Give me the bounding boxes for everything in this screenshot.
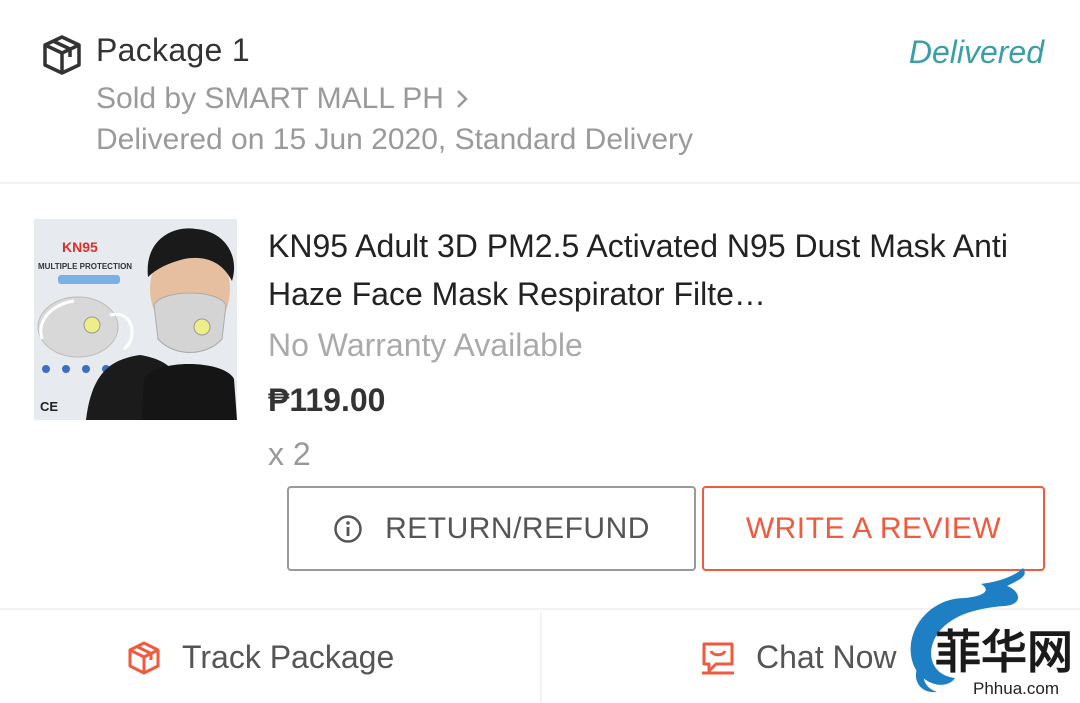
footer-divider: [540, 612, 542, 703]
chat-now-button[interactable]: Chat Now: [700, 612, 897, 703]
watermark-chars: 菲华网: [935, 625, 1073, 679]
site-watermark-logo: 菲华网 Phhua.com: [910, 568, 1073, 698]
thumb-ce-mark: CE: [40, 399, 58, 414]
thumb-brand: KN95: [62, 239, 98, 255]
product-quantity: x 2: [268, 436, 311, 472]
return-refund-button[interactable]: RETURN/REFUND: [287, 486, 696, 571]
product-price: ₱119.00: [268, 382, 386, 418]
write-review-label: WRITE A REVIEW: [745, 511, 1002, 545]
delivery-status: Delivered: [908, 34, 1044, 70]
package-box-icon: [43, 35, 81, 75]
info-icon: [334, 514, 362, 543]
delivery-info: Delivered on 15 Jun 2020, Standard Deliv…: [96, 123, 694, 156]
product-thumbnail[interactable]: KN95 MULTIPLE PROTECTION CE: [34, 219, 237, 420]
seller-label: Sold by SMART MALL PH: [96, 82, 444, 115]
order-item: KN95 MULTIPLE PROTECTION CE KN95 Adult 3…: [0, 184, 1080, 610]
package-title: Package 1: [96, 32, 250, 68]
chat-bubble-icon: [702, 642, 734, 674]
product-title[interactable]: KN95 Adult 3D PM2.5 Activated N95 Dust M…: [268, 222, 1008, 318]
seller-link[interactable]: Sold by SMART MALL PH: [96, 82, 470, 116]
chat-now-label: Chat Now: [756, 639, 897, 675]
package-header: Package 1 Delivered Sold by SMART MALL P…: [0, 0, 1080, 184]
warranty-info: No Warranty Available: [268, 327, 583, 363]
track-package-label: Track Package: [182, 639, 395, 675]
write-review-button[interactable]: WRITE A REVIEW: [702, 486, 1045, 571]
return-refund-label: RETURN/REFUND: [385, 511, 650, 545]
thumb-subtitle: MULTIPLE PROTECTION: [38, 262, 132, 271]
package-track-icon: [128, 641, 160, 674]
track-package-button[interactable]: Track Package: [126, 612, 394, 703]
chevron-right-icon: [457, 90, 468, 108]
mask-product-image: KN95 MULTIPLE PROTECTION CE: [34, 219, 237, 420]
watermark-site: Phhua.com: [973, 679, 1059, 698]
